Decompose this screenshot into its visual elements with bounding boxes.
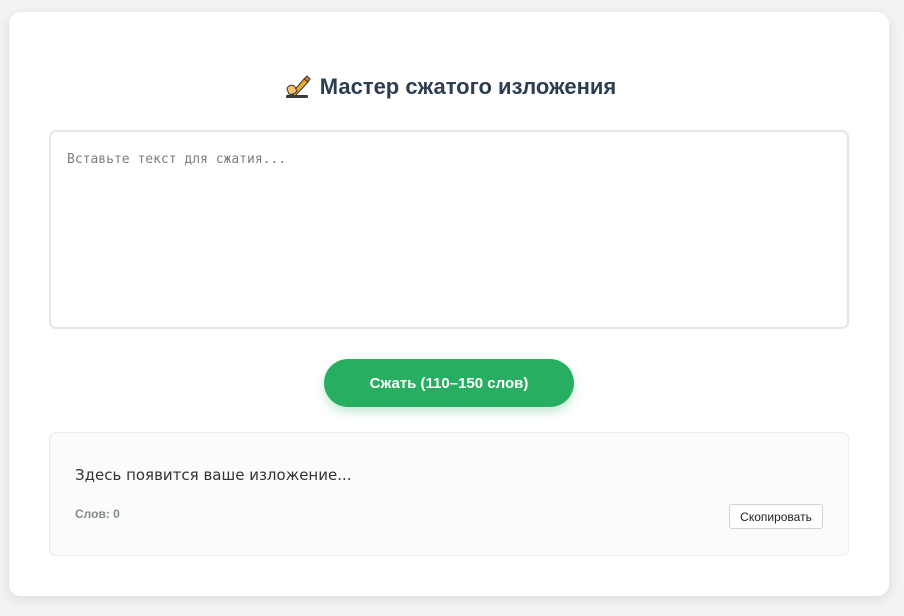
main-card: Мастер сжатого изложения Сжать (110–150 … (9, 12, 889, 596)
writing-hand-icon (282, 73, 312, 101)
copy-button[interactable]: Скопировать (729, 504, 823, 529)
source-text-input[interactable] (51, 132, 847, 327)
title-text: Мастер сжатого изложения (319, 74, 617, 99)
result-text: Здесь появится ваше изложение... (75, 466, 352, 484)
result-panel: Здесь появится ваше изложение... Слов: 0… (49, 432, 849, 556)
source-text-box (49, 130, 849, 329)
word-count: Слов: 0 (75, 507, 120, 521)
page-title: Мастер сжатого изложения (9, 72, 889, 102)
compress-button[interactable]: Сжать (110–150 слов) (324, 359, 574, 407)
